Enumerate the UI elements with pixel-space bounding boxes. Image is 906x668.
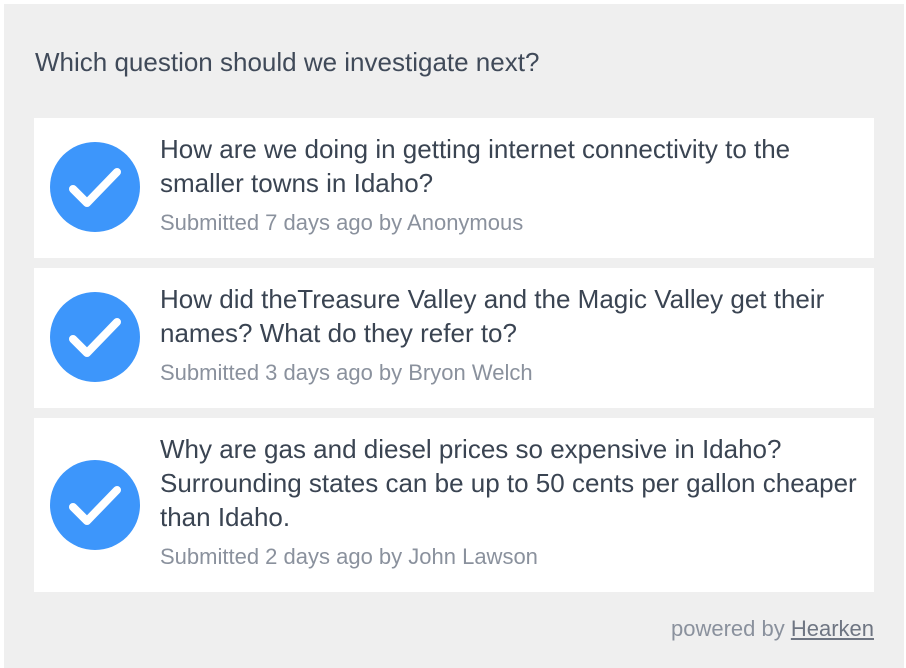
powered-by-footer: powered by Hearken — [671, 616, 874, 642]
question-card[interactable]: How are we doing in getting internet con… — [34, 118, 874, 258]
question-card[interactable]: Why are gas and diesel prices so expensi… — [34, 418, 874, 592]
widget-prompt: Which question should we investigate nex… — [35, 47, 540, 77]
hearken-link[interactable]: Hearken — [791, 616, 874, 641]
question-voting-widget: Which question should we investigate nex… — [4, 4, 904, 668]
powered-by-label: powered by — [670, 616, 785, 641]
question-text: How did theTreasure Valley and the Magic… — [160, 284, 825, 348]
question-meta: Submitted 2 days ago by John Lawson — [160, 544, 538, 569]
checkmark-circle-icon[interactable] — [50, 460, 140, 550]
question-meta: Submitted 7 days ago by Anonymous — [160, 210, 524, 235]
checkmark-circle-icon[interactable] — [50, 142, 140, 232]
question-meta: Submitted 3 days ago by Bryon Welch — [160, 360, 533, 385]
question-card[interactable]: How did theTreasure Valley and the Magic… — [34, 268, 874, 408]
checkmark-circle-icon[interactable] — [50, 292, 140, 382]
question-text: How are we doing in getting internet con… — [160, 134, 791, 198]
question-text: Why are gas and diesel prices so expensi… — [160, 434, 857, 532]
